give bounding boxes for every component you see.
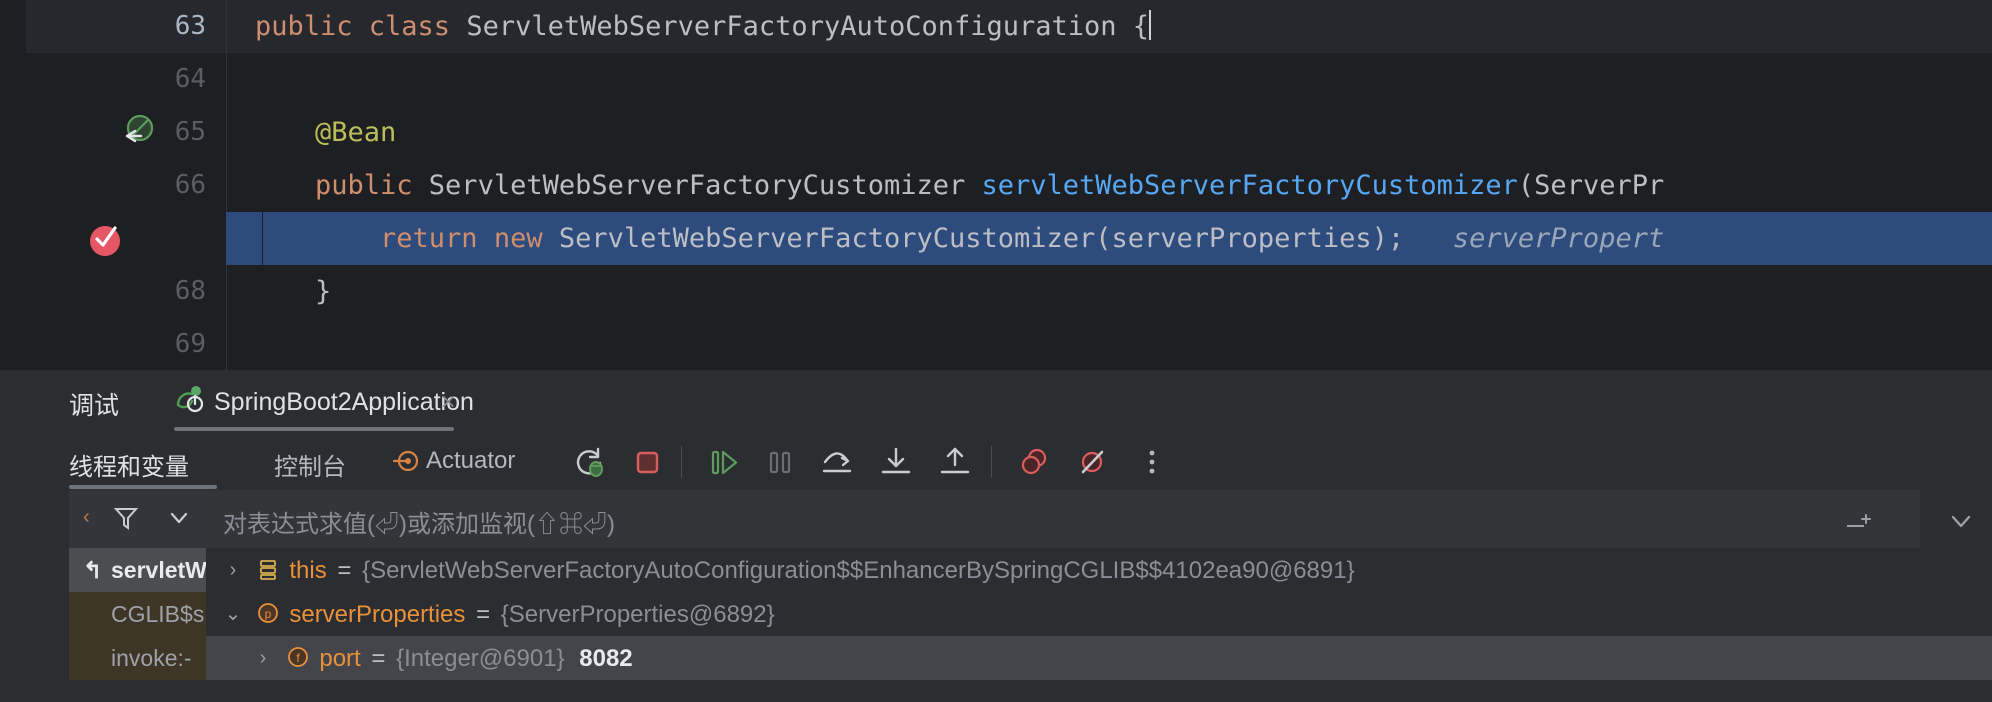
evaluate-expression-input[interactable]: 对表达式求值(⏎)或添加监视(⇧⌘⏎): [206, 490, 1920, 548]
text-caret: [1149, 10, 1152, 40]
variables-toolbar: ‹: [69, 490, 206, 548]
stop-icon[interactable]: [629, 444, 665, 485]
tab-actuator[interactable]: Actuator: [426, 447, 515, 475]
debug-tool-window: 调试 SpringBoot2Application × 线程和变量 控制台 Ac…: [26, 370, 1992, 702]
frames-panel[interactable]: ↰ servletW CGLIB$s invoke:-: [69, 548, 206, 702]
expand-chevron-icon[interactable]: ›: [250, 636, 276, 680]
gutter-line-64: 64: [174, 64, 206, 94]
view-breakpoints-icon[interactable]: [1016, 444, 1052, 485]
variable-name: serverProperties: [289, 601, 466, 628]
filter-icon[interactable]: [111, 503, 141, 538]
variable-name: port: [319, 645, 361, 672]
debug-tabs-row: 调试 SpringBoot2Application ×: [26, 370, 1992, 432]
run-gutter-icon[interactable]: [122, 114, 156, 153]
parameter-icon: p: [253, 597, 283, 641]
frame-label: CGLIB$s: [111, 601, 205, 627]
frame-row[interactable]: invoke:-: [69, 636, 206, 680]
tab-threads-and-variables[interactable]: 线程和变量: [69, 447, 189, 482]
step-into-icon[interactable]: [878, 444, 914, 485]
editor-left-margin: [0, 0, 26, 370]
step-over-icon[interactable]: [819, 444, 855, 485]
step-out-icon[interactable]: [937, 444, 973, 485]
gutter-line-66: 66: [174, 170, 206, 200]
pause-icon: [762, 444, 798, 485]
debug-toolbar-row: 线程和变量 控制台 Actuator: [26, 432, 1992, 490]
active-tab-indicator: [174, 427, 454, 431]
mute-breakpoints-icon[interactable]: [1074, 444, 1110, 485]
variable-value: {ServerProperties@6892}: [500, 601, 775, 628]
spring-boot-icon: [174, 385, 204, 420]
collapse-left-icon[interactable]: ‹: [83, 506, 90, 529]
actuator-icon: [391, 446, 421, 481]
editor-final-layer: 63 64 65 66 68 69 public class ServletWe…: [26, 0, 1992, 370]
expand-chevron-icon[interactable]: ›: [220, 548, 246, 592]
frame-row[interactable]: CGLIB$s: [69, 592, 206, 636]
code-line-68: }: [315, 276, 332, 307]
add-watch-icon[interactable]: [1842, 504, 1876, 543]
code-line-67: return new ServletWebServerFactoryCustom…: [315, 223, 1665, 254]
more-options-icon[interactable]: [1134, 444, 1170, 485]
breakpoint-verified-icon[interactable]: [88, 222, 124, 263]
row-67-gutter-bg: [26, 212, 226, 265]
variables-tree[interactable]: › this = {ServletWebServerFactoryAutoCon…: [206, 548, 1992, 702]
variable-name: this: [289, 557, 327, 584]
debug-window-title: 调试: [69, 392, 120, 420]
code-line-66: public ServletWebServerFactoryCustomizer…: [315, 170, 1665, 201]
evaluate-placeholder: 对表达式求值(⏎)或添加监视(⇧⌘⏎): [223, 511, 615, 538]
gutter-line-68: 68: [174, 276, 206, 306]
gutter-line-69: 69: [174, 329, 206, 359]
toolbar-separator-1: [681, 446, 682, 478]
gutter-divider-bot: [226, 265, 227, 370]
tab-console[interactable]: 控制台: [274, 447, 346, 482]
code-line-65: @Bean: [315, 117, 397, 148]
equals-sign: =: [476, 601, 491, 628]
toolbar-separator-2: [991, 446, 992, 478]
code-line-63: public class ServletWebServerFactoryAuto…: [255, 10, 1152, 42]
return-arrow-icon: ↰: [83, 557, 103, 583]
svg-text:p: p: [264, 607, 271, 621]
variable-row-port[interactable]: › f port = {Integer@6901} 8082: [206, 636, 1992, 680]
gutter-divider-top: [226, 0, 227, 212]
variable-value: {Integer@6901}: [396, 645, 565, 672]
field-icon: f: [283, 641, 313, 685]
this-stack-icon: [253, 553, 283, 597]
collapse-chevron-icon[interactable]: ⌄: [220, 592, 246, 636]
variable-row-this[interactable]: › this = {ServletWebServerFactoryAutoCon…: [206, 548, 1992, 592]
evaluate-expression-row: ‹ 对表达式求值(⏎)或添加监视(⇧⌘⏎): [26, 490, 1992, 548]
frame-row[interactable]: ↰ servletW: [69, 548, 206, 592]
variable-number-value: 8082: [579, 645, 633, 672]
tab-label: SpringBoot2Application: [214, 387, 474, 416]
variable-row-serverproperties[interactable]: ⌄ p serverProperties = {ServerProperties…: [206, 592, 1992, 636]
close-icon[interactable]: ×: [441, 390, 456, 415]
idea-debug-window: 63 public class ServletWebServerFactoryA…: [0, 0, 1992, 702]
rerun-debug-icon[interactable]: [571, 444, 607, 485]
active-subtab-indicator: [69, 485, 217, 489]
panel-chevron-down-icon[interactable]: [1944, 504, 1978, 543]
frame-label: servletW: [111, 557, 206, 583]
evaluate-actions: [1847, 490, 1992, 548]
gutter-line-63: 63: [174, 11, 206, 41]
frame-label: invoke:-: [111, 645, 192, 671]
resume-icon[interactable]: [706, 444, 742, 485]
tab-springboot2application[interactable]: SpringBoot2Application: [174, 378, 474, 426]
gutter-divider-cur: [262, 212, 263, 265]
equals-sign: =: [371, 645, 386, 672]
equals-sign: =: [337, 557, 352, 584]
variable-value: {ServletWebServerFactoryAutoConfiguratio…: [362, 557, 1355, 584]
chevron-down-icon[interactable]: [164, 503, 194, 538]
